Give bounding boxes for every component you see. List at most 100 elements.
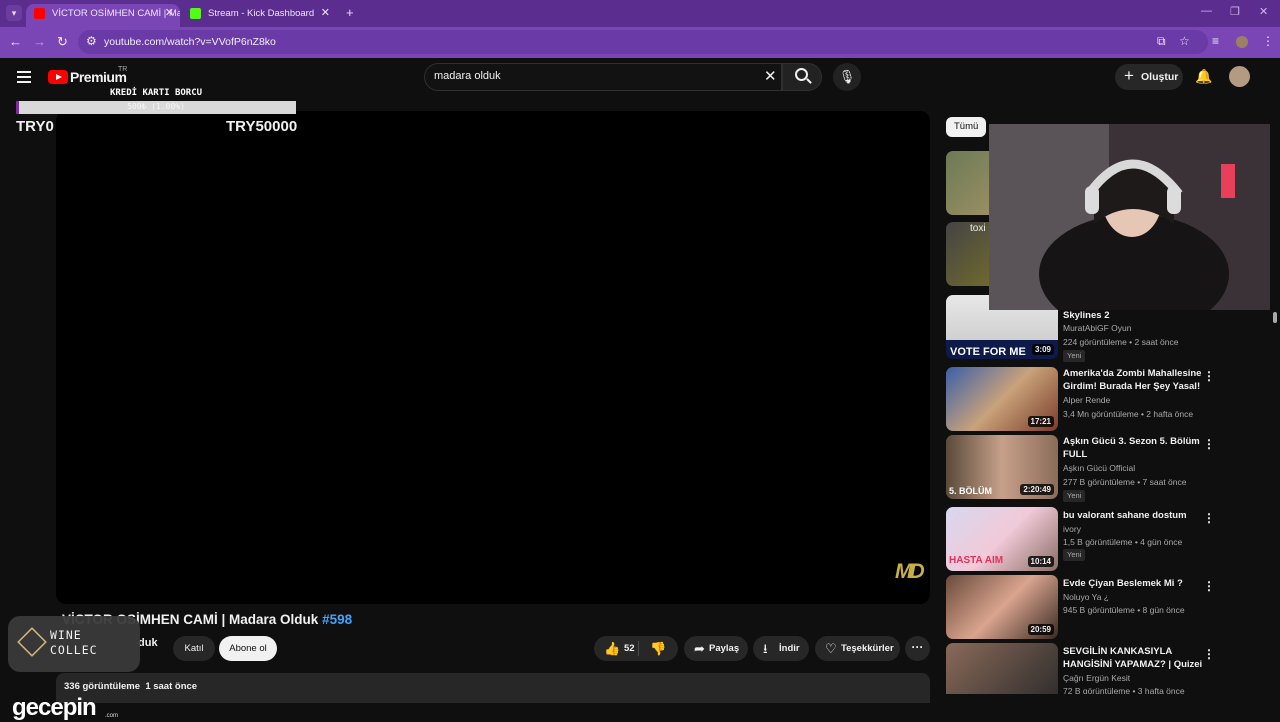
menu-icon[interactable]: [17, 71, 31, 86]
search-query[interactable]: madara olduk: [434, 70, 501, 82]
list-item[interactable]: HASTA AIM 10:14 bu valorant sahane dostu…: [946, 507, 1216, 571]
rec-meta: 224 görüntüleme • 2 saat önce: [1063, 337, 1179, 347]
rec-title[interactable]: Evde Çiyan Beslemek Mi ?: [1063, 577, 1203, 590]
thumb-text: VOTE FOR ME: [950, 346, 1026, 358]
tab-kick[interactable]: Stream - Kick Dashboard ✕: [182, 4, 336, 27]
wine-logo-line1: WINE: [50, 628, 82, 642]
rec-title[interactable]: bu valorant sahane dostum: [1063, 509, 1203, 522]
rec-channel[interactable]: Çağrı Ergün Kesit: [1063, 673, 1130, 683]
like-count[interactable]: 52: [624, 636, 635, 661]
thanks-label: Teşekkürler: [841, 643, 894, 654]
scrollbar-thumb[interactable]: [1273, 312, 1277, 323]
browser-menu-icon[interactable]: ⋮: [1262, 34, 1274, 48]
channel-name[interactable]: duk: [138, 637, 158, 649]
window-close-icon[interactable]: ✕: [1259, 5, 1268, 18]
rec-title[interactable]: SEVGİLİN KANKASIYLA HANGİSİNİ YAPAMAZ? |…: [1063, 645, 1203, 671]
list-item[interactable]: SEVGİLİN KANKASIYLA HANGİSİNİ YAPAMAZ? |…: [946, 643, 1216, 694]
new-badge: Yeni: [1063, 490, 1086, 502]
debt-progress-text: 500₺ (1.00%): [127, 102, 185, 111]
tab-title: VİCTOR OSİMHEN CAMİ | Madara Olduk #598 …: [52, 8, 180, 19]
rec-meta: 1,5 B görüntüleme • 4 gün önce: [1063, 537, 1183, 547]
site-info-icon[interactable]: ⚙: [86, 34, 97, 48]
more-options-icon[interactable]: ⋮: [1203, 437, 1215, 451]
microphone-icon[interactable]: 🎙: [833, 63, 861, 91]
rec-channel[interactable]: MuratAbiGF Oyun: [1063, 323, 1132, 333]
kick-favicon-icon: [190, 8, 201, 19]
search-icon[interactable]: [795, 68, 808, 81]
video-thumbnail[interactable]: 5. BÖLÜM 2:20:49: [946, 435, 1058, 499]
debt-min-value: TRY0: [16, 118, 54, 135]
hashtag-link[interactable]: #598: [322, 612, 352, 627]
rec-meta: 3,4 Mn görüntüleme • 2 hafta önce: [1063, 409, 1194, 419]
youtube-favicon-icon: [34, 8, 45, 19]
more-options-icon[interactable]: ⋮: [1203, 579, 1215, 593]
list-item[interactable]: 5. BÖLÜM 2:20:49 Aşkın Gücü 3. Sezon 5. …: [946, 435, 1216, 502]
reload-icon[interactable]: ↻: [57, 34, 68, 50]
install-app-icon[interactable]: ⧉: [1157, 34, 1166, 49]
rec-title[interactable]: Amerika'da Zombi Mahallesine Girdim! Bur…: [1063, 367, 1203, 393]
close-icon[interactable]: ✕: [165, 4, 174, 23]
close-icon[interactable]: ✕: [321, 4, 330, 23]
rec-title[interactable]: Aşkın Gücü 3. Sezon 5. Bölüm FULL: [1063, 435, 1203, 461]
create-button[interactable]: Oluştur: [1115, 63, 1183, 90]
video-player[interactable]: [56, 111, 930, 604]
dislike-icon[interactable]: 👎: [650, 636, 666, 661]
tab-search-icon[interactable]: ▾: [6, 5, 22, 21]
thanks-button[interactable]: ♡ Teşekkürler: [815, 636, 900, 661]
avatar[interactable]: [1229, 66, 1250, 87]
media-control-icon[interactable]: ≡: [1212, 34, 1219, 48]
rec-channel[interactable]: Alper Rende: [1063, 395, 1110, 405]
share-icon: ➦: [694, 641, 705, 656]
new-badge: Yeni: [1063, 350, 1086, 362]
duration: 20:59: [1027, 624, 1054, 635]
profile-avatar[interactable]: [1236, 36, 1248, 48]
bookmark-star-icon[interactable]: ☆: [1179, 34, 1190, 48]
scrollbar[interactable]: [1270, 58, 1280, 694]
join-button[interactable]: Katıl: [173, 636, 215, 661]
debt-max-value: TRY50000: [226, 118, 298, 135]
more-options-icon[interactable]: ⋮: [1203, 369, 1215, 383]
share-button[interactable]: ➦ Paylaş: [684, 636, 748, 661]
channel-watermark: MD: [895, 560, 925, 583]
like-icon[interactable]: 👍: [604, 636, 620, 661]
forward-icon[interactable]: →: [33, 34, 46, 49]
region-code: TR: [118, 66, 128, 73]
tab-title: Stream - Kick Dashboard: [208, 8, 315, 19]
new-tab-icon[interactable]: +: [346, 5, 354, 20]
more-options-icon[interactable]: ⋮: [1203, 511, 1215, 525]
debt-title: KREDİ KARTI BORCU: [109, 88, 203, 98]
tab-youtube[interactable]: VİCTOR OSİMHEN CAMİ | Madara Olduk #598 …: [26, 4, 180, 27]
thumb-text: toxi: [970, 223, 986, 234]
download-label: İndir: [779, 643, 800, 654]
youtube-logo-icon[interactable]: [48, 70, 68, 84]
rec-channel[interactable]: Aşkın Gücü Official: [1063, 463, 1135, 473]
rec-channel[interactable]: ivory: [1063, 524, 1081, 534]
download-button[interactable]: ⭳ İndir: [753, 636, 809, 661]
subscribe-button[interactable]: Abone ol: [219, 636, 277, 661]
wine-logo-line2: COLLEC: [50, 643, 98, 657]
maximize-icon[interactable]: ❐: [1230, 5, 1240, 18]
chip-all[interactable]: Tümü: [946, 117, 987, 137]
url-text[interactable]: youtube.com/watch?v=VVofP6nZ8ko: [104, 36, 276, 48]
minimize-icon[interactable]: —: [1201, 5, 1212, 17]
views-text: 336 görüntüleme: [64, 681, 141, 692]
clear-search-icon[interactable]: ✕: [764, 67, 777, 85]
like-dislike-group: 👍 52 👎: [594, 636, 678, 661]
video-thumbnail[interactable]: [946, 643, 1058, 694]
duration: 2:20:49: [1020, 484, 1054, 495]
share-label: Paylaş: [709, 643, 740, 654]
video-thumbnail[interactable]: 17:21: [946, 367, 1058, 431]
video-thumbnail[interactable]: HASTA AIM 10:14: [946, 507, 1058, 571]
rec-channel[interactable]: Noluyo Ya ¿: [1063, 592, 1109, 602]
rec-meta: 277 B görüntüleme • 7 saat önce: [1063, 477, 1187, 487]
more-options-icon[interactable]: ⋮: [1203, 647, 1215, 661]
gecepin-suffix: .com: [105, 713, 119, 719]
rec-title[interactable]: Skylines 2: [1063, 309, 1203, 322]
download-icon: ⭳: [763, 641, 768, 656]
notifications-bell-icon[interactable]: 🔔: [1195, 68, 1212, 85]
list-item[interactable]: 17:21 Amerika'da Zombi Mahallesine Girdi…: [946, 367, 1216, 431]
back-icon[interactable]: ←: [9, 34, 22, 49]
list-item[interactable]: 20:59 Evde Çiyan Beslemek Mi ? Noluyo Ya…: [946, 575, 1216, 639]
video-thumbnail[interactable]: 20:59: [946, 575, 1058, 639]
more-actions-icon[interactable]: ···: [905, 636, 930, 661]
